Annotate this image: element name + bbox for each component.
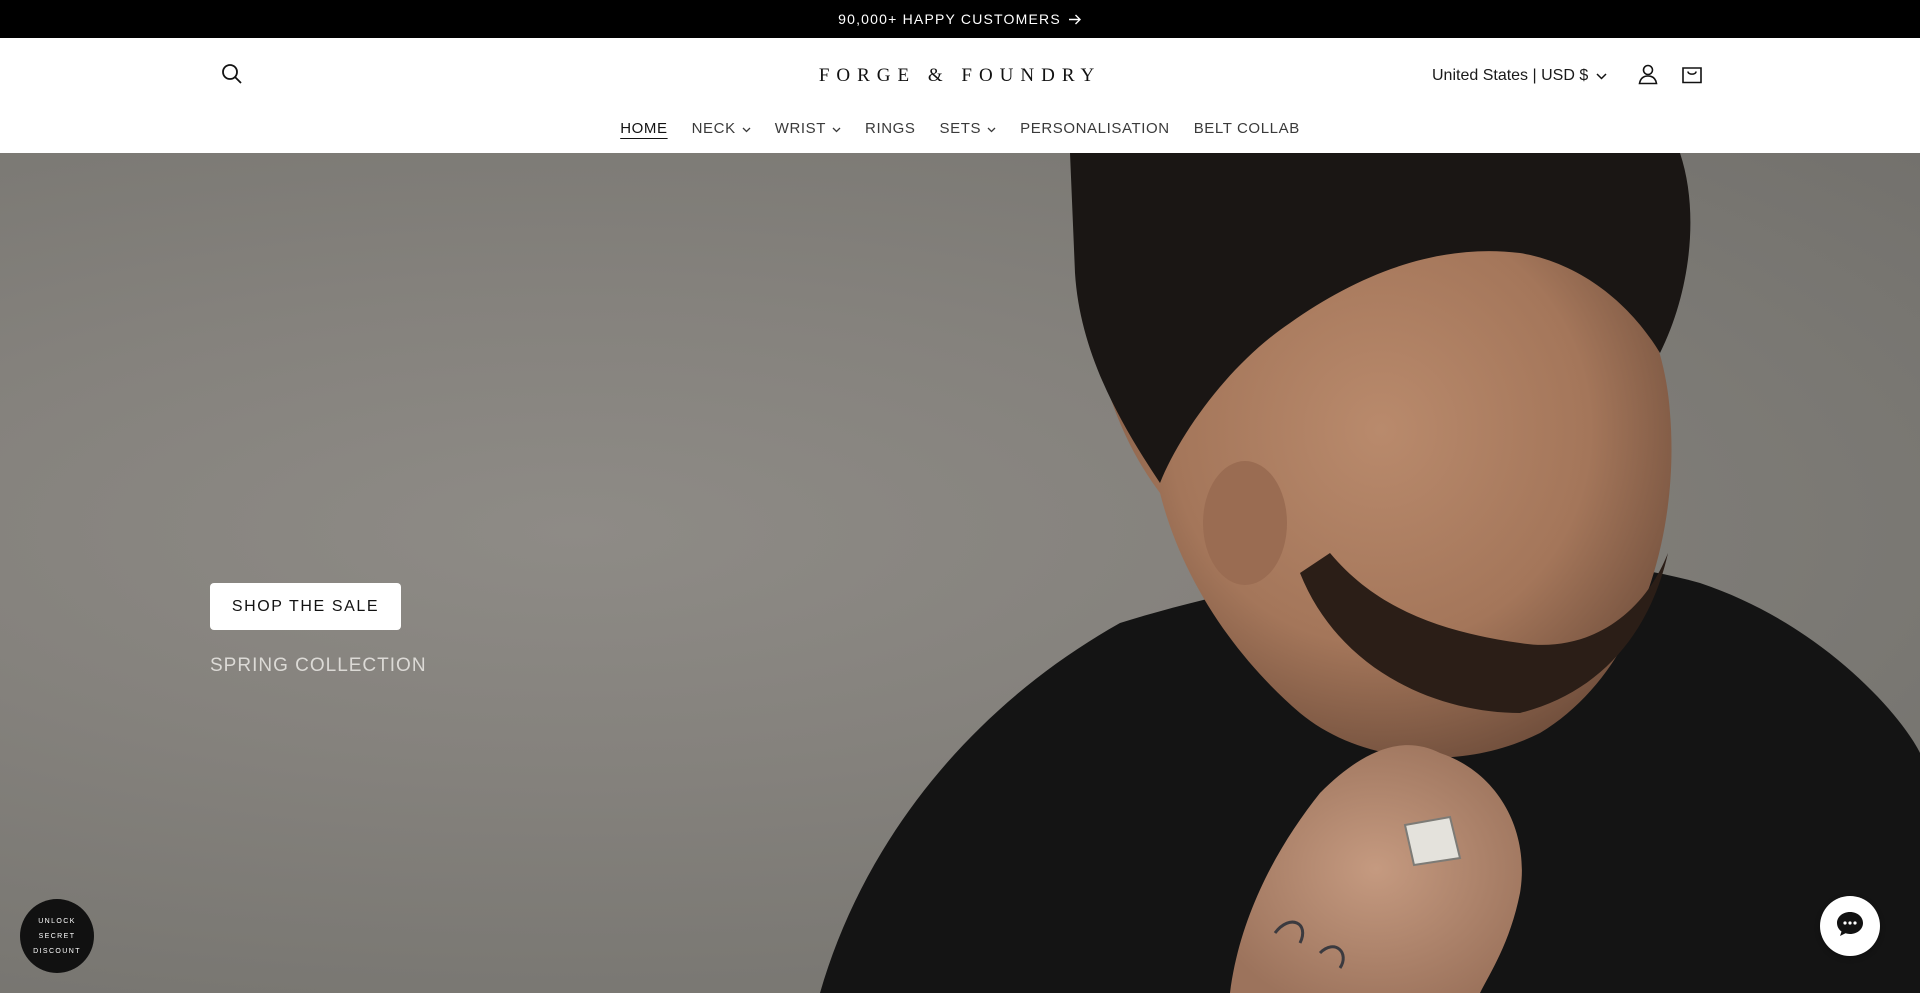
badge-line: DISCOUNT	[33, 947, 81, 955]
chevron-down-icon	[742, 120, 751, 137]
site-header: FORGE & FOUNDRY United States | USD $ HO…	[0, 38, 1920, 153]
nav-item-label: NECK	[691, 119, 736, 137]
cart-icon	[1681, 63, 1703, 90]
nav-item-home[interactable]: HOME	[608, 120, 679, 137]
nav-item-label: SETS	[939, 119, 982, 137]
announcement-text: 90,000+ HAPPY CUSTOMERS	[838, 11, 1061, 27]
shop-the-sale-button[interactable]: SHOP THE SALE	[210, 583, 401, 630]
account-button[interactable]	[1626, 54, 1670, 98]
cart-button[interactable]	[1670, 54, 1714, 98]
badge-line: SECRET	[38, 932, 76, 940]
locale-label: United States | USD $	[1432, 67, 1589, 84]
unlock-discount-badge[interactable]: UNLOCK SECRET DISCOUNT	[20, 899, 94, 973]
chevron-down-icon	[832, 120, 841, 137]
nav-item-belt-collab[interactable]: BELT COLLAB	[1182, 120, 1312, 137]
nav-item-label: RINGS	[865, 119, 916, 137]
brand-logo[interactable]: FORGE & FOUNDRY	[760, 56, 1160, 96]
search-button[interactable]	[210, 54, 254, 98]
country-currency-selector[interactable]: United States | USD $	[1432, 58, 1607, 94]
badge-line: UNLOCK	[38, 917, 76, 925]
chat-button[interactable]	[1820, 896, 1880, 956]
main-navigation: HOME NECK WRIST RINGS SETS PERSONALISATI…	[0, 110, 1920, 146]
chat-bubble-icon	[1835, 910, 1865, 943]
nav-item-rings[interactable]: RINGS	[853, 120, 928, 137]
nav-item-label: BELT COLLAB	[1193, 119, 1300, 137]
announcement-bar[interactable]: 90,000+ HAPPY CUSTOMERS	[0, 0, 1920, 38]
nav-item-label: WRIST	[774, 119, 827, 137]
chevron-down-icon	[987, 120, 996, 137]
nav-item-sets[interactable]: SETS	[928, 120, 1009, 137]
hero-banner: SHOP THE SALE SPRING COLLECTION	[0, 153, 1920, 993]
nav-item-personalisation[interactable]: PERSONALISATION	[1008, 120, 1182, 137]
arrow-right-icon	[1068, 14, 1082, 25]
hero-image	[820, 153, 1920, 993]
search-icon	[221, 63, 243, 90]
user-icon	[1637, 63, 1659, 90]
nav-item-wrist[interactable]: WRIST	[763, 120, 853, 137]
nav-item-label: HOME	[620, 119, 668, 137]
chevron-down-icon	[1596, 67, 1607, 85]
hero-subheading: SPRING COLLECTION	[210, 655, 427, 676]
nav-item-neck[interactable]: NECK	[680, 120, 763, 137]
nav-item-label: PERSONALISATION	[1020, 119, 1170, 137]
